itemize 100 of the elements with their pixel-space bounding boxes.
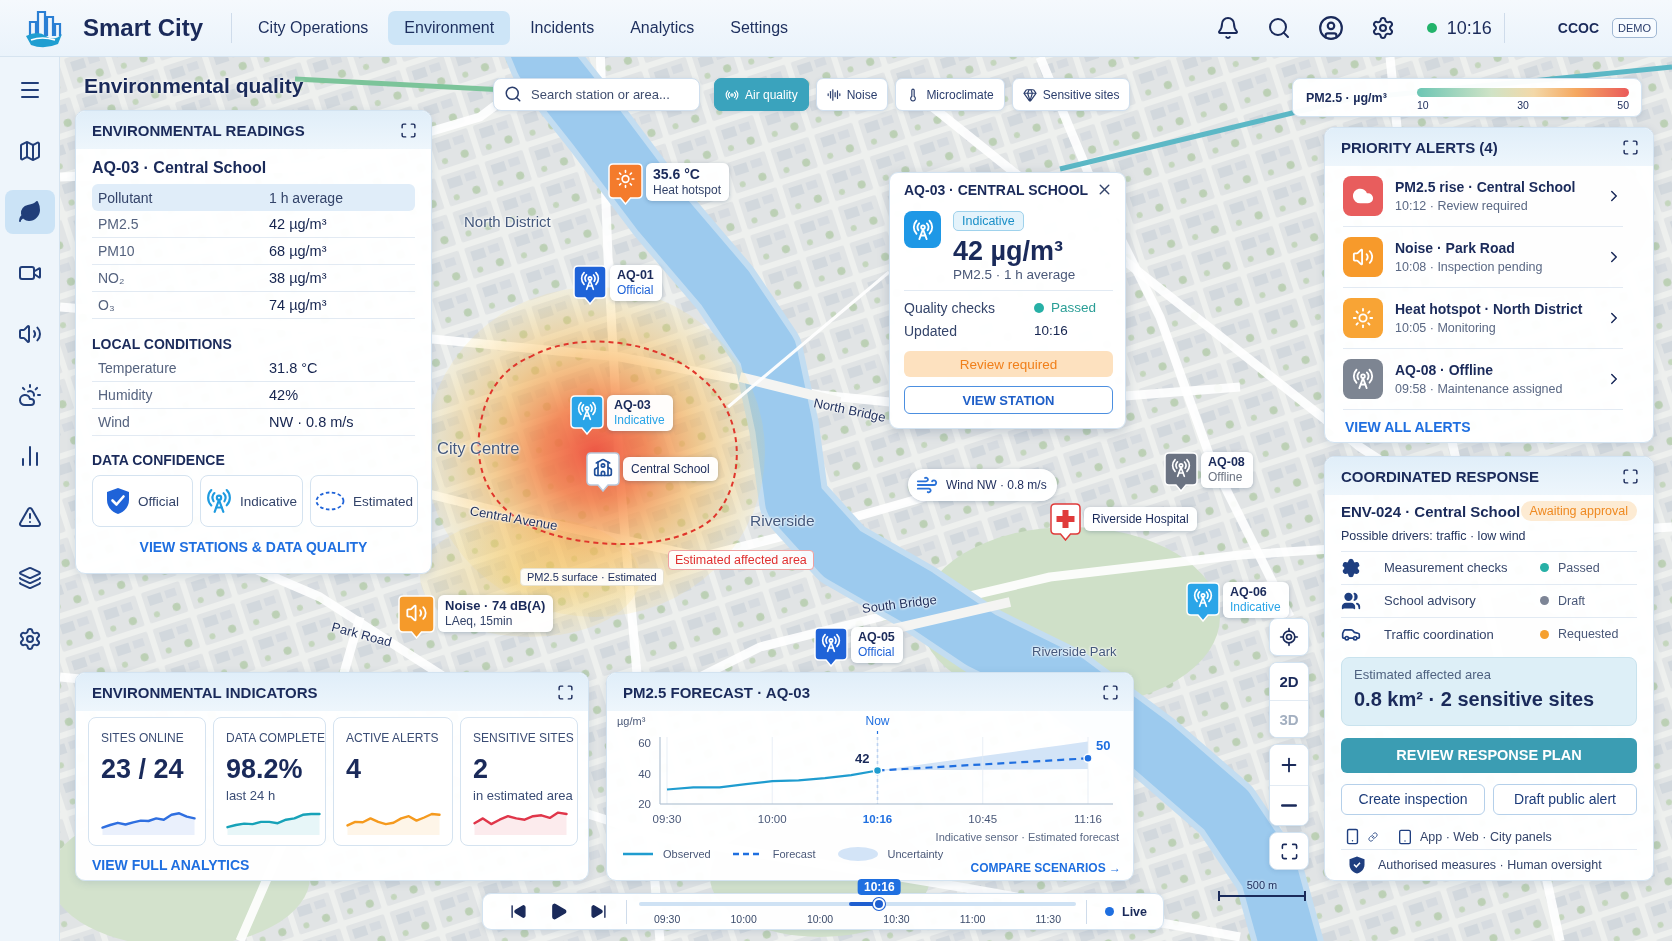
time-tick-label: 09:30 xyxy=(654,913,681,925)
time-tick-label: 11:30 xyxy=(1035,913,1061,925)
zoom-out-button[interactable] xyxy=(1270,785,1308,825)
time-tick-label: 10:00 xyxy=(730,913,757,925)
task-label: Traffic coordination xyxy=(1384,626,1495,642)
case-title: ENV-024 · Central School xyxy=(1341,502,1521,520)
map-place-label: North District xyxy=(464,213,551,230)
section-title: DATA CONFIDENCE xyxy=(92,451,226,470)
nav-tab[interactable]: Incidents xyxy=(514,11,611,45)
air-sensor-icon xyxy=(725,87,739,102)
popup-title: AQ-03 · CENTRAL SCHOOL xyxy=(904,181,1089,198)
x-tick-label: 10:00 xyxy=(757,813,787,825)
marker-title: 35.6 °C xyxy=(653,166,700,182)
action-button[interactable]: Draft public alert xyxy=(1493,783,1637,815)
skip-back-icon[interactable] xyxy=(510,903,527,920)
oversight-text: Authorised measures · Human oversight xyxy=(1378,858,1602,873)
data-label: 42 xyxy=(855,750,870,766)
brand-name: Smart City xyxy=(83,14,204,42)
expand-icon[interactable] xyxy=(1102,683,1119,701)
nav-tab[interactable]: City Operations xyxy=(242,11,385,45)
timeline-thumb[interactable] xyxy=(873,898,886,910)
diamond-icon xyxy=(1022,87,1037,102)
antenna-pin-icon[interactable] xyxy=(814,627,848,667)
alert-item[interactable]: PM2.5 rise · Central School 10:12 · Review required xyxy=(1343,166,1623,227)
search-icon xyxy=(504,85,522,103)
fullscreen-icon xyxy=(1279,841,1299,861)
cloud-sun-icon xyxy=(17,383,42,407)
expand-icon[interactable] xyxy=(557,683,574,701)
nav-tab[interactable]: Settings xyxy=(714,11,805,45)
expand-icon[interactable] xyxy=(1622,138,1639,156)
view-stations-link[interactable]: VIEW STATIONS & DATA QUALITY xyxy=(139,539,368,555)
alert-item[interactable]: AQ-08 · Offline 09:58 · Maintenance assigned xyxy=(1343,349,1623,410)
nav-tab[interactable]: Analytics xyxy=(614,11,711,45)
school-pin-icon[interactable] xyxy=(586,452,620,492)
antenna-pin-icon[interactable] xyxy=(573,265,607,305)
locate-button[interactable] xyxy=(1269,618,1309,656)
sidebar-item[interactable] xyxy=(4,190,55,234)
compare-scenarios-link[interactable]: COMPARE SCENARIOS → xyxy=(970,861,1121,875)
antenna-pin-icon[interactable] xyxy=(1164,452,1198,492)
locate-icon xyxy=(1279,627,1299,647)
notifications-bell-icon[interactable] xyxy=(1215,16,1240,40)
user-account-icon[interactable] xyxy=(1317,15,1344,41)
timeline-track[interactable] xyxy=(639,898,1076,910)
expand-icon[interactable] xyxy=(400,121,417,139)
live-label: Live xyxy=(1122,904,1147,919)
marker-title: AQ-08 xyxy=(1208,455,1245,469)
task-status: Draft xyxy=(1558,593,1586,608)
clock-time: 10:16 xyxy=(1446,17,1492,39)
antenna-pin-icon[interactable] xyxy=(1186,582,1220,622)
detail-label: Quality checks xyxy=(904,299,997,316)
sun-pin-icon[interactable] xyxy=(608,163,643,205)
drivers-text: Possible drivers: traffic · low wind xyxy=(1341,528,1527,545)
alert-item[interactable]: Noise · Park Road 10:08 · Inspection pending xyxy=(1343,227,1623,288)
layers-icon xyxy=(17,566,42,590)
nav-tab[interactable]: Environment xyxy=(388,11,511,45)
task-label: School advisory xyxy=(1384,593,1477,609)
summary-label: Estimated affected area xyxy=(1354,666,1493,682)
shield-icon xyxy=(1349,856,1365,875)
forecast-note: Indicative sensor · Estimated forecast xyxy=(935,831,1119,845)
layer-chip[interactable]: Microclimate xyxy=(895,78,1005,111)
view-station-button[interactable]: VIEW STATION xyxy=(904,386,1113,414)
expand-icon[interactable] xyxy=(1622,467,1639,485)
play-icon[interactable] xyxy=(549,902,568,921)
view-alerts-link[interactable]: VIEW ALL ALERTS xyxy=(1345,419,1471,435)
condition-value: 31.8 °C xyxy=(269,360,319,376)
marker-subtitle: Official xyxy=(858,645,895,659)
alert-title: Heat hotspot · North District xyxy=(1395,301,1584,317)
indicator-value: 23 / 24 xyxy=(101,754,184,785)
action-button[interactable]: Create inspection xyxy=(1341,783,1485,815)
skip-forward-icon[interactable] xyxy=(590,903,607,920)
antenna-pin-icon[interactable] xyxy=(570,395,604,435)
search-field[interactable]: Search station or area... xyxy=(493,78,700,111)
scale-label: 500 m xyxy=(1246,879,1278,891)
warning-icon xyxy=(17,505,42,529)
alert-item[interactable]: Heat hotspot · North District 10:05 · Monitoring xyxy=(1343,288,1623,349)
marker-subtitle: Indicative xyxy=(1230,600,1281,614)
map-icon xyxy=(17,139,42,163)
gear-icon xyxy=(1341,557,1361,578)
task-status: Requested xyxy=(1558,627,1619,642)
layer-chip[interactable]: Sensitive sites xyxy=(1011,78,1131,111)
time-tick-label: 11:00 xyxy=(959,913,986,925)
map-place-label: Riverside Park xyxy=(1032,644,1117,659)
view-mode-button[interactable]: 2D xyxy=(1270,663,1308,700)
marker-subtitle: Heat hotspot xyxy=(653,183,722,197)
axis-unit-label: µg/m³ xyxy=(617,715,646,727)
column-header: 1 h average xyxy=(269,189,344,206)
view-analytics-link[interactable]: VIEW FULL ANALYTICS xyxy=(92,857,250,873)
marker-subtitle: Indicative xyxy=(614,413,665,427)
dashed-ellipse-icon xyxy=(315,491,345,511)
fullscreen-button[interactable] xyxy=(1269,832,1309,870)
band-sample-icon xyxy=(837,847,878,861)
layer-chip[interactable]: Noise xyxy=(815,78,889,111)
confidence-label: Indicative xyxy=(239,493,297,509)
settings-icon[interactable] xyxy=(1370,16,1395,40)
solid-line-sample-icon xyxy=(623,852,653,856)
search-icon[interactable] xyxy=(1266,16,1291,40)
zoom-in-button[interactable] xyxy=(1270,745,1308,785)
data-point xyxy=(872,765,883,776)
x-tick-label: 10:16 xyxy=(862,813,893,825)
review-required-banner: Review required xyxy=(904,351,1113,377)
